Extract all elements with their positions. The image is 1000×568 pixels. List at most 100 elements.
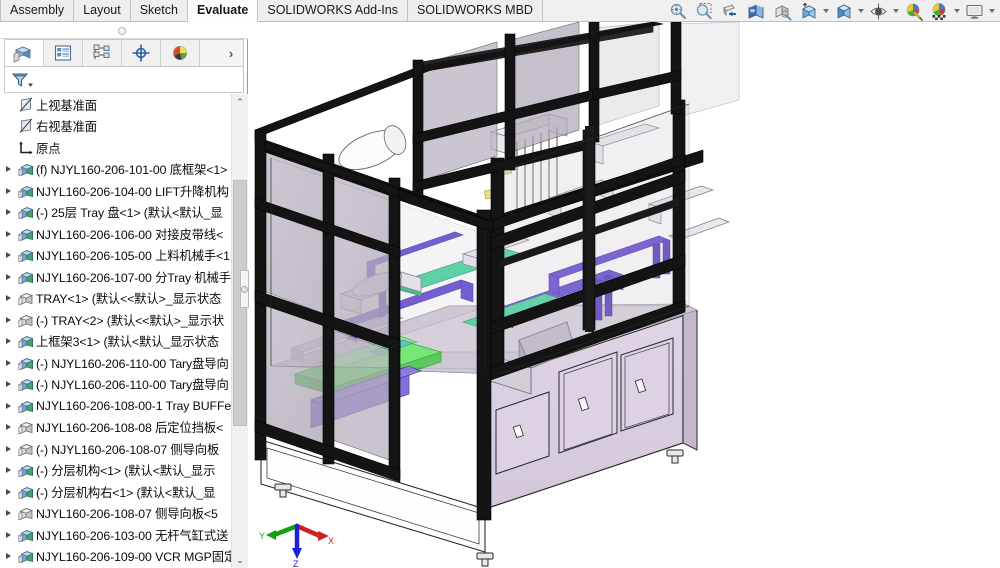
- tree-item[interactable]: 原点: [0, 137, 232, 159]
- tab-evaluate[interactable]: Evaluate: [187, 0, 259, 22]
- viewport-layout-chevron-down-icon[interactable]: [987, 0, 996, 22]
- assembly-icon: [16, 395, 36, 416]
- appearance-icon[interactable]: [926, 0, 952, 22]
- assembly-icon: [16, 374, 36, 395]
- scroll-down-arrow-icon[interactable]: ⌄: [232, 552, 248, 568]
- svg-text:Y: Y: [259, 531, 265, 541]
- tree-item[interactable]: 右视基准面: [0, 116, 232, 138]
- tree-item[interactable]: (-) 分层机构右<1> (默认<默认_显: [0, 481, 232, 503]
- tree-item[interactable]: NJYL160-206-106-00 对接皮带线<: [0, 223, 232, 245]
- tree-item[interactable]: (-) NJYL160-206-108-07 侧导向板: [0, 438, 232, 460]
- tree-item[interactable]: (-) TRAY<2> (默认<<默认>_显示状: [0, 309, 232, 331]
- expand-chevron-right-icon[interactable]: [0, 374, 16, 395]
- viewport-layout-icon[interactable]: [961, 0, 987, 22]
- configuration-manager-tab[interactable]: [83, 40, 122, 66]
- plane-icon: [16, 94, 36, 115]
- manager-tab-expand-chevron-icon[interactable]: ›: [219, 40, 243, 66]
- tree-item[interactable]: (-) NJYL160-206-110-00 Tary盘导向: [0, 352, 232, 374]
- display-style-icon[interactable]: [795, 0, 821, 22]
- solidworks-window: Assembly Layout Sketch Evaluate SOLIDWOR…: [0, 0, 1000, 568]
- coordinate-triad: Y X Z: [259, 523, 334, 568]
- view-orientation-icon[interactable]: [743, 0, 769, 22]
- design-tree[interactable]: 上视基准面 右视基准面 原点 (f) NJYL160-206-101-00 底框架<1…: [0, 94, 232, 568]
- expand-chevron-right-icon[interactable]: [0, 309, 16, 330]
- rotate-view-icon[interactable]: [769, 0, 795, 22]
- expand-chevron-right-icon[interactable]: [0, 288, 16, 309]
- tree-item[interactable]: TRAY<1> (默认<<默认>_显示状态: [0, 288, 232, 310]
- tree-item[interactable]: (-) 25层 Tray 盘<1> (默认<默认_显: [0, 202, 232, 224]
- assembly-icon: [16, 481, 36, 502]
- assembly-icon: [16, 245, 36, 266]
- expand-chevron-right-icon[interactable]: [0, 352, 16, 373]
- display-manager-tab[interactable]: [161, 40, 200, 66]
- expand-chevron-right-icon[interactable]: [0, 503, 16, 524]
- tree-item[interactable]: NJYL160-206-108-07 侧导向板<5: [0, 503, 232, 525]
- section-view-icon[interactable]: [717, 0, 743, 22]
- expand-chevron-right-icon[interactable]: [0, 266, 16, 287]
- expand-chevron-right-icon[interactable]: [0, 395, 16, 416]
- tab-solidworks-mbd[interactable]: SOLIDWORKS MBD: [407, 0, 543, 22]
- property-manager-tab[interactable]: [44, 40, 83, 66]
- display-style-chevron-down-icon[interactable]: [821, 0, 830, 22]
- expand-chevron-right-icon[interactable]: [0, 417, 16, 438]
- tree-item-label: NJYL160-206-106-00 对接皮带线<: [36, 227, 224, 242]
- graphics-viewport[interactable]: Y X Z: [249, 22, 1000, 568]
- tree-item-label: NJYL160-206-103-00 无杆气缸式送: [36, 528, 229, 543]
- zoom-to-fit-icon[interactable]: [665, 0, 691, 22]
- tab-sketch[interactable]: Sketch: [130, 0, 188, 22]
- triad-z-axis: Z: [292, 523, 302, 568]
- tree-item-label: NJYL160-206-104-00 LIFT升降机构: [36, 184, 229, 199]
- expand-chevron-right-icon[interactable]: [0, 180, 16, 201]
- feature-manager-design-tree-tab[interactable]: [5, 40, 44, 66]
- tree-item[interactable]: NJYL160-206-104-00 LIFT升降机构: [0, 180, 232, 202]
- hide-show-components-icon[interactable]: [830, 0, 856, 22]
- tree-item[interactable]: NJYL160-206-109-00 VCR MGP固定: [0, 546, 232, 568]
- tree-item[interactable]: NJYL160-206-107-00 分Tray 机械手: [0, 266, 232, 288]
- expand-chevron-right-icon[interactable]: [0, 481, 16, 502]
- tree-item-spacer: [0, 137, 16, 158]
- expand-chevron-right-icon[interactable]: [0, 546, 16, 567]
- expand-chevron-right-icon[interactable]: [0, 460, 16, 481]
- tree-item-label: NJYL160-206-108-08 后定位挡板<: [36, 421, 224, 436]
- plane-icon: [16, 116, 36, 137]
- expand-chevron-right-icon[interactable]: [0, 331, 16, 352]
- assembly-icon: [16, 266, 36, 287]
- tree-item[interactable]: 上框架3<1> (默认<默认_显示状态: [0, 331, 232, 353]
- view-settings-chevron-down-icon[interactable]: [891, 0, 900, 22]
- view-toolbar: [665, 0, 996, 22]
- expand-chevron-right-icon[interactable]: [0, 438, 16, 459]
- tree-item[interactable]: (-) 分层机构<1> (默认<默认_显示: [0, 460, 232, 482]
- tab-layout[interactable]: Layout: [74, 0, 131, 22]
- apply-scene-icon[interactable]: [900, 0, 926, 22]
- tree-vertical-scrollbar[interactable]: ⌃ ⌄: [231, 94, 248, 568]
- tree-item[interactable]: NJYL160-206-108-08 后定位挡板<: [0, 417, 232, 439]
- tree-item-label: (f) NJYL160-206-101-00 底框架<1>: [36, 163, 228, 178]
- ribbon-tab-strip: Assembly Layout Sketch Evaluate SOLIDWOR…: [0, 0, 543, 22]
- tab-solidworks-add-ins[interactable]: SOLIDWORKS Add-Ins: [258, 0, 408, 22]
- tree-item[interactable]: 上视基准面: [0, 94, 232, 116]
- panel-splitter-handle[interactable]: [240, 270, 249, 308]
- zoom-to-area-icon[interactable]: [691, 0, 717, 22]
- filter-funnel-icon[interactable]: [11, 70, 35, 90]
- expand-chevron-right-icon[interactable]: [0, 524, 16, 545]
- tree-item[interactable]: NJYL160-206-105-00 上料机械手<1: [0, 245, 232, 267]
- tree-item[interactable]: (f) NJYL160-206-101-00 底框架<1>: [0, 159, 232, 181]
- panel-collapse-handle[interactable]: [0, 22, 248, 39]
- view-settings-icon[interactable]: [865, 0, 891, 22]
- expand-chevron-right-icon[interactable]: [0, 159, 16, 180]
- scroll-up-arrow-icon[interactable]: ⌃: [232, 94, 248, 110]
- tree-item[interactable]: NJYL160-206-108-00-1 Tray BUFFe: [0, 395, 232, 417]
- tree-item[interactable]: NJYL160-206-103-00 无杆气缸式送: [0, 524, 232, 546]
- expand-chevron-right-icon[interactable]: [0, 245, 16, 266]
- expand-chevron-right-icon[interactable]: [0, 223, 16, 244]
- tree-item-label: (-) 分层机构右<1> (默认<默认_显: [36, 485, 216, 500]
- appearance-chevron-down-icon[interactable]: [952, 0, 961, 22]
- ribbon-bar: Assembly Layout Sketch Evaluate SOLIDWOR…: [0, 0, 1000, 22]
- triad-y-axis: Y: [259, 523, 300, 541]
- expand-chevron-right-icon[interactable]: [0, 202, 16, 223]
- hide-show-chevron-down-icon[interactable]: [856, 0, 865, 22]
- assembly-icon: [16, 460, 36, 481]
- dimxpert-manager-tab[interactable]: [122, 40, 161, 66]
- tab-assembly[interactable]: Assembly: [0, 0, 75, 22]
- tree-item[interactable]: (-) NJYL160-206-110-00 Tary盘导向: [0, 374, 232, 396]
